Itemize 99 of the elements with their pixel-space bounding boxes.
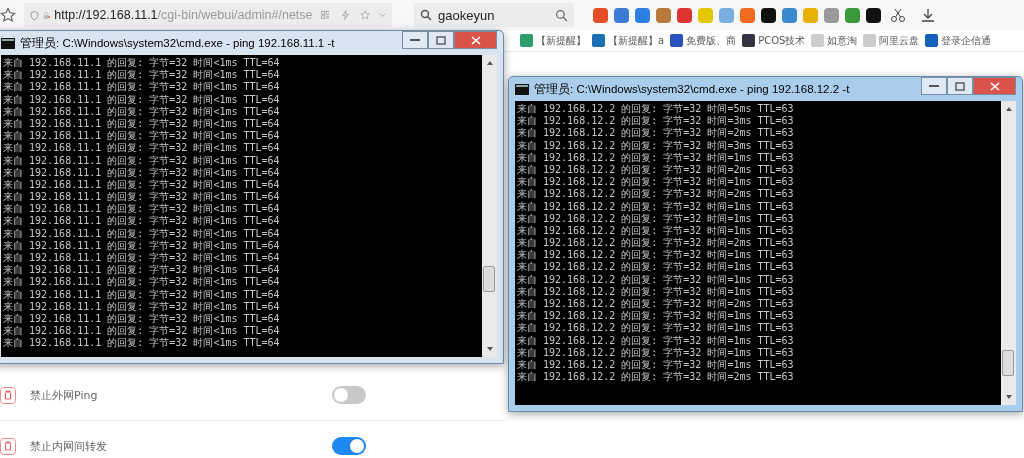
- console-line: 来自 192.168.12.2 的回复: 字节=32 时间=1ms TTL=63: [517, 273, 795, 286]
- maximize-button[interactable]: [428, 31, 454, 49]
- console-line: 来自 192.168.11.1 的回复: 字节=32 时间<1ms TTL=64: [3, 300, 281, 313]
- close-button[interactable]: [973, 77, 1016, 95]
- console-line: 来自 192.168.11.1 的回复: 字节=32 时间<1ms TTL=64: [3, 276, 281, 289]
- bookmark-link[interactable]: 免费版、商: [670, 33, 737, 48]
- console-line: 来自 192.168.12.2 的回复: 字节=32 时间=2ms TTL=63: [517, 163, 795, 176]
- down-arrow-icon[interactable]: [1004, 393, 1013, 401]
- close-button[interactable]: [454, 31, 497, 49]
- scrollbar-thumb[interactable]: [1002, 350, 1014, 377]
- terminal-icon: [515, 83, 529, 95]
- console-line: 来自 192.168.12.2 的回复: 字节=32 时间=1ms TTL=63: [517, 212, 795, 225]
- console-line: 来自 192.168.12.2 的回复: 字节=32 时间=1ms TTL=63: [517, 285, 795, 298]
- favorite-star-icon[interactable]: [360, 8, 371, 22]
- bookmark-link[interactable]: 登录企信通: [925, 33, 992, 48]
- console-line: 来自 192.168.12.2 的回复: 字节=32 时间=1ms TTL=63: [517, 249, 795, 261]
- window-title: 管理员: C:\Windows\system32\cmd.exe - ping 192.168.12.2 -t: [534, 81, 851, 97]
- bookmark-star-icon[interactable]: [0, 7, 16, 23]
- search-field[interactable]: gaokeyun: [414, 3, 574, 27]
- console-line: 来自 192.168.12.2 的回复: 字节=32 时间=1ms TTL=63: [517, 151, 795, 164]
- scrollbar[interactable]: [482, 55, 497, 357]
- shield-icon: [30, 8, 39, 22]
- console-line: 来自 192.168.11.1 的回复: 字节=32 时间<1ms TTL=64: [3, 130, 281, 142]
- console-line: 来自 192.168.11.1 的回复: 字节=32 时间<1ms TTL=64: [3, 57, 281, 69]
- minimize-button[interactable]: [921, 77, 947, 95]
- download-icon[interactable]: [920, 7, 936, 23]
- down-arrow-icon[interactable]: [485, 345, 494, 353]
- console-line: 来自 192.168.11.1 的回复: 字节=32 时间<1ms TTL=64: [3, 239, 281, 252]
- console-line: 来自 192.168.12.2 的回复: 字节=32 时间=5ms TTL=63: [517, 103, 795, 115]
- console-line: 来自 192.168.12.2 的回复: 字节=32 时间=2ms TTL=63: [517, 371, 795, 384]
- console-line: 来自 192.168.12.2 的回复: 字节=32 时间=2ms TTL=63: [517, 298, 795, 310]
- scrollbar[interactable]: [1001, 101, 1016, 405]
- address-bar[interactable]: http://192.168.11.1/cgi-bin/webui/admin#/netse: [24, 3, 392, 27]
- close-icon: [470, 35, 481, 45]
- console-line: 来自 192.168.11.1 的回复: 字节=32 时间<1ms TTL=64: [3, 81, 281, 94]
- extension-icon[interactable]: [761, 7, 776, 23]
- bookmark-link[interactable]: 【新提醒】a: [592, 33, 665, 48]
- toggle-switch[interactable]: [332, 386, 366, 404]
- console-line: 来自 192.168.12.2 的回复: 字节=32 时间=2ms TTL=63: [517, 188, 795, 201]
- bookmark-link[interactable]: 如意淘: [811, 33, 858, 48]
- console-line: 来自 192.168.11.1 的回复: 字节=32 时间<1ms TTL=64: [3, 142, 281, 155]
- window-title: 管理员: C:\Windows\system32\cmd.exe - ping 192.168.11.1 -t: [20, 35, 336, 51]
- search-icon: [420, 9, 432, 21]
- trash-icon[interactable]: [0, 437, 16, 455]
- console-line: 来自 192.168.12.2 的回复: 字节=32 时间=1ms TTL=63: [517, 322, 795, 335]
- console-line: 来自 192.168.12.2 的回复: 字节=32 时间=1ms TTL=63: [517, 224, 795, 237]
- console-line: 来自 192.168.11.1 的回复: 字节=32 时间<1ms TTL=64: [3, 154, 281, 167]
- bookmark-link[interactable]: 【新提醒】: [520, 33, 586, 48]
- console-line: 来自 192.168.11.1 的回复: 字节=32 时间<1ms TTL=64: [3, 191, 281, 203]
- minimize-icon: [410, 38, 420, 42]
- console-line: 来自 192.168.12.2 的回复: 字节=32 时间=1ms TTL=63: [517, 334, 795, 347]
- console-line: 来自 192.168.12.2 的回复: 字节=32 时间=1ms TTL=63: [517, 346, 795, 359]
- console-line: 来自 192.168.11.1 的回复: 字节=32 时间<1ms TTL=64: [3, 325, 281, 337]
- console-line: 来自 192.168.12.2 的回复: 字节=32 时间=2ms TTL=63: [517, 237, 795, 249]
- maximize-button[interactable]: [947, 77, 973, 95]
- lock-icon: [42, 9, 51, 21]
- console-line: 来自 192.168.11.1 的回复: 字节=32 时间<1ms TTL=64: [3, 203, 281, 215]
- lightning-icon[interactable]: [341, 8, 351, 22]
- console-line: 来自 192.168.11.1 的回复: 字节=32 时间<1ms TTL=64: [3, 117, 281, 130]
- extension-icon[interactable]: [866, 7, 881, 23]
- maximize-icon: [436, 35, 446, 45]
- qr-code-icon[interactable]: [320, 9, 330, 21]
- terminal-icon: [1, 37, 15, 49]
- console-line: 来自 192.168.11.1 的回复: 字节=32 时间<1ms TTL=64: [3, 227, 281, 240]
- console-line: 来自 192.168.11.1 的回复: 字节=32 时间<1ms TTL=64: [3, 264, 281, 276]
- console-line: 来自 192.168.11.1 的回复: 字节=32 时间<1ms TTL=64: [3, 312, 281, 325]
- console-line: 来自 192.168.11.1 的回复: 字节=32 时间<1ms TTL=64: [3, 178, 281, 191]
- console-line: 来自 192.168.12.2 的回复: 字节=32 时间=1ms TTL=63: [517, 358, 795, 371]
- console-line: 来自 192.168.12.2 的回复: 字节=32 时间=2ms TTL=63: [517, 127, 795, 140]
- scissors-icon[interactable]: [890, 7, 906, 23]
- console-line: 来自 192.168.11.1 的回复: 字节=32 时间<1ms TTL=64: [3, 105, 281, 118]
- console-line: 来自 192.168.12.2 的回复: 字节=32 时间=3ms TTL=63: [517, 115, 795, 127]
- console-line: 来自 192.168.12.2 的回复: 字节=32 时间=1ms TTL=63: [517, 310, 795, 322]
- console-line: 来自 192.168.11.1 的回复: 字节=32 时间<1ms TTL=64: [3, 215, 281, 228]
- console-line: 来自 192.168.12.2 的回复: 字节=32 时间=3ms TTL=63: [517, 139, 795, 152]
- console-line: 来自 192.168.11.1 的回复: 字节=32 时间<1ms TTL=64: [3, 69, 281, 81]
- close-icon: [989, 81, 1000, 91]
- minimize-button[interactable]: [402, 31, 428, 49]
- minimize-icon: [929, 84, 939, 88]
- toggle-switch[interactable]: [332, 437, 366, 455]
- setting-label: 禁止内网间转发: [30, 438, 108, 454]
- maximize-icon: [955, 81, 965, 91]
- bookmark-link[interactable]: 阿里云盘: [863, 33, 920, 48]
- console-line: 来自 192.168.12.2 的回复: 字节=32 时间=1ms TTL=63: [517, 261, 795, 274]
- setting-label: 禁止外网Ping: [30, 387, 99, 403]
- console-line: 来自 192.168.12.2 的回复: 字节=32 时间=1ms TTL=63: [517, 200, 795, 213]
- console-line: 来自 192.168.12.2 的回复: 字节=32 时间=1ms TTL=63: [517, 176, 795, 188]
- up-arrow-icon[interactable]: [1004, 105, 1013, 113]
- console-line: 来自 192.168.11.1 的回复: 字节=32 时间<1ms TTL=64: [3, 252, 281, 264]
- trash-icon[interactable]: [0, 386, 16, 404]
- up-arrow-icon[interactable]: [485, 59, 494, 67]
- console-line: 来自 192.168.11.1 的回复: 字节=32 时间<1ms TTL=64: [3, 166, 281, 179]
- console-line: 来自 192.168.11.1 的回复: 字节=32 时间<1ms TTL=64: [3, 337, 281, 350]
- console-line: 来自 192.168.11.1 的回复: 字节=32 时间<1ms TTL=64: [3, 93, 281, 106]
- bookmark-link[interactable]: PCOS技术: [742, 33, 806, 48]
- console-line: 来自 192.168.11.1 的回复: 字节=32 时间<1ms TTL=64: [3, 288, 281, 301]
- scrollbar-thumb[interactable]: [483, 266, 495, 293]
- search-icon[interactable]: [555, 8, 568, 22]
- url-text: http://192.168.11.1/cgi-bin/webui/admin#/netse: [54, 8, 313, 22]
